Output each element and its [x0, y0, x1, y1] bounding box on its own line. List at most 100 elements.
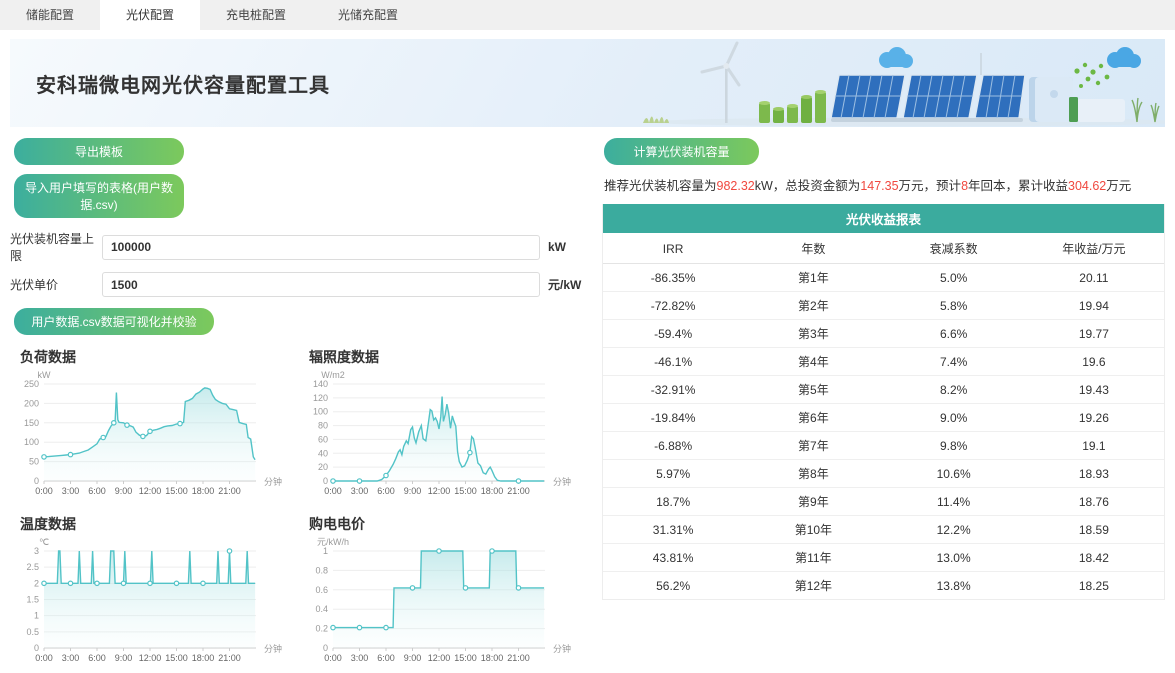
summary-segment: 万元 [1106, 179, 1131, 193]
table-cell: 13.0% [884, 544, 1024, 572]
price-chart-title: 购电电价 [309, 514, 588, 534]
export-template-button[interactable]: 导出模板 [14, 138, 184, 165]
svg-text:3:00: 3:00 [351, 486, 369, 496]
summary-segment: 982.32 [717, 179, 755, 193]
table-cell: 13.8% [884, 572, 1024, 600]
table-row: -72.82%第2年5.8%19.94 [603, 292, 1164, 320]
table-row: -6.88%第7年9.8%19.1 [603, 432, 1164, 460]
table-cell: 31.31% [603, 516, 743, 544]
svg-text:1: 1 [34, 611, 39, 621]
svg-text:分钟: 分钟 [264, 476, 282, 487]
svg-text:1.5: 1.5 [26, 595, 39, 605]
svg-text:0.2: 0.2 [315, 624, 328, 634]
svg-text:250: 250 [24, 379, 39, 389]
table-cell: 43.81% [603, 544, 743, 572]
plants-right [1132, 98, 1159, 122]
svg-text:元/kW/h: 元/kW/h [317, 537, 349, 547]
svg-text:9:00: 9:00 [404, 653, 422, 663]
pv-capacity-limit-input[interactable] [102, 235, 540, 260]
table-row: 56.2%第12年13.8%18.25 [603, 572, 1164, 600]
visualize-csv-button[interactable]: 用户数据.csv数据可视化并校验 [14, 308, 214, 335]
svg-text:6:00: 6:00 [88, 653, 106, 663]
table-cell: -72.82% [603, 292, 743, 320]
tab-charger-config[interactable]: 充电桩配置 [200, 0, 312, 30]
summary-segment: 8 [961, 179, 968, 193]
table-row: -59.4%第3年6.6%19.77 [603, 320, 1164, 348]
table-cell: 19.1 [1024, 432, 1164, 460]
table-cell: 19.77 [1024, 320, 1164, 348]
pv-capacity-limit-label: 光伏装机容量上限 [10, 230, 102, 264]
table-cell: 18.42 [1024, 544, 1164, 572]
table-header-row: IRR 年数 衰减系数 年收益/万元 [603, 233, 1164, 264]
tab-bar: 储能配置 光伏配置 充电桩配置 光储充配置 [0, 0, 1175, 30]
table-cell: 第11年 [743, 544, 883, 572]
table-cell: 第12年 [743, 572, 883, 600]
table-cell: 18.08 [1024, 600, 1164, 601]
import-csv-button[interactable]: 导入用户填写的表格(用户数据.csv) [14, 174, 184, 218]
svg-text:150: 150 [24, 418, 39, 428]
svg-text:50: 50 [29, 457, 39, 467]
svg-text:21:00: 21:00 [218, 486, 241, 496]
table-cell: 12.2% [884, 516, 1024, 544]
col-year: 年数 [743, 233, 883, 264]
svg-text:12:00: 12:00 [139, 486, 162, 496]
svg-text:3:00: 3:00 [351, 653, 369, 663]
svg-text:20: 20 [318, 462, 328, 472]
svg-text:0.5: 0.5 [26, 627, 39, 637]
svg-text:21:00: 21:00 [507, 486, 530, 496]
table-cell: 5.97% [603, 460, 743, 488]
table-row: 68.47%第13年14.6%18.08 [603, 600, 1164, 601]
table-cell: 第10年 [743, 516, 883, 544]
table-cell: 18.76 [1024, 488, 1164, 516]
tab-storage-config[interactable]: 储能配置 [0, 0, 100, 30]
table-cell: 56.2% [603, 572, 743, 600]
table-cell: 20.11 [1024, 264, 1164, 292]
svg-text:100: 100 [24, 437, 39, 447]
table-cell: 第8年 [743, 460, 883, 488]
table-cell: 68.47% [603, 600, 743, 601]
summary-segment: 304.62 [1068, 179, 1106, 193]
table-cell: 9.0% [884, 404, 1024, 432]
svg-text:kW: kW [38, 370, 52, 380]
pv-unit-price-input[interactable] [102, 272, 540, 297]
table-cell: 19.43 [1024, 376, 1164, 404]
summary-text: 推荐光伏装机容量为982.32kW，总投资金额为147.35万元，预计8年回本，… [604, 175, 1165, 194]
charts-grid: 负荷数据 0501001502002500:003:006:009:0012:0… [10, 339, 588, 673]
price-chart-plot: 00.20.40.60.810:003:006:009:0012:0015:00… [299, 536, 588, 673]
svg-text:℃: ℃ [39, 537, 49, 547]
irradiance-chart: 辐照度数据 0204060801001201400:003:006:009:00… [299, 339, 588, 506]
table-cell: 第9年 [743, 488, 883, 516]
calculate-capacity-button[interactable]: 计算光伏装机容量 [604, 138, 759, 165]
svg-text:15:00: 15:00 [454, 486, 477, 496]
svg-text:120: 120 [313, 393, 328, 403]
tab-pv-config[interactable]: 光伏配置 [100, 0, 200, 30]
summary-segment: 推荐光伏装机容量为 [604, 179, 717, 193]
col-irr: IRR [603, 233, 743, 264]
svg-text:12:00: 12:00 [428, 486, 451, 496]
svg-text:分钟: 分钟 [553, 476, 571, 487]
left-panel: 导出模板 导入用户填写的表格(用户数据.csv) 光伏装机容量上限 kW 光伏单… [10, 135, 588, 673]
table-row: 18.7%第9年11.4%18.76 [603, 488, 1164, 516]
svg-text:3:00: 3:00 [62, 653, 80, 663]
svg-text:0: 0 [34, 643, 39, 653]
solar-panels-icon [831, 75, 1025, 122]
table-cell: 10.6% [884, 460, 1024, 488]
svg-text:3:00: 3:00 [62, 486, 80, 496]
table-cell: 第4年 [743, 348, 883, 376]
svg-text:0.6: 0.6 [315, 585, 328, 595]
table-cell: -46.1% [603, 348, 743, 376]
pv-capacity-limit-unit: kW [548, 240, 588, 254]
svg-text:12:00: 12:00 [428, 653, 451, 663]
pv-unit-price-row: 光伏单价 元/kW [10, 272, 588, 297]
svg-text:21:00: 21:00 [507, 653, 530, 663]
load-chart-title: 负荷数据 [20, 347, 299, 367]
green-bars [759, 90, 826, 123]
irradiance-chart-plot: 0204060801001201400:003:006:009:0012:001… [299, 369, 588, 506]
svg-text:W/m2: W/m2 [321, 370, 345, 380]
cloud-icon-1 [879, 47, 913, 68]
tab-pv-storage-charge-config[interactable]: 光储充配置 [312, 0, 424, 30]
svg-text:0.8: 0.8 [315, 565, 328, 575]
banner-illustration [625, 39, 1165, 127]
table-cell: 18.25 [1024, 572, 1164, 600]
col-annual-revenue: 年收益/万元 [1024, 233, 1164, 264]
